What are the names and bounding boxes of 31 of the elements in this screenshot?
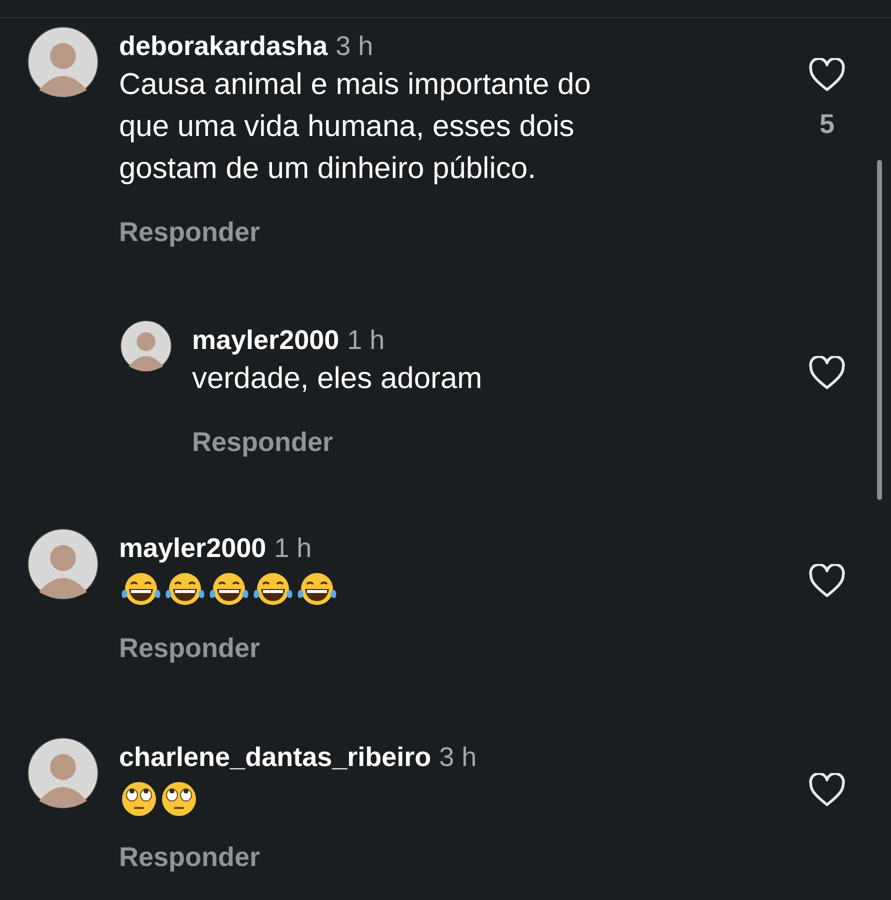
avatar[interactable] xyxy=(27,26,99,98)
laughing-emoji-icon xyxy=(295,572,339,606)
username[interactable]: mayler2000 xyxy=(192,320,340,360)
timestamp: 3 h xyxy=(439,741,477,774)
avatar[interactable] xyxy=(120,320,172,372)
username[interactable]: deborakardasha xyxy=(119,26,328,66)
username[interactable]: mayler2000 xyxy=(119,528,266,568)
timestamp: 1 h xyxy=(274,532,312,565)
timestamp: 3 h xyxy=(336,30,374,63)
heart-icon[interactable] xyxy=(808,773,846,807)
reply-link[interactable]: Responder xyxy=(119,628,260,668)
timestamp: 1 h xyxy=(347,324,385,357)
comment-text: verdade, eles adoram xyxy=(192,361,484,397)
reply-link[interactable]: Responder xyxy=(119,837,260,878)
laughing-emoji-icon xyxy=(163,572,207,606)
avatar[interactable] xyxy=(27,528,99,600)
username[interactable]: charlene_dantas_ribeiro xyxy=(119,737,432,778)
reply-link[interactable]: Responder xyxy=(192,422,334,462)
laughing-emoji-icon xyxy=(119,572,163,606)
reply-link[interactable]: Responder xyxy=(119,212,260,252)
laughing-emoji-icon xyxy=(251,572,295,606)
eye-roll-emoji-icon xyxy=(119,781,159,817)
heart-icon[interactable] xyxy=(808,564,846,598)
scrollbar[interactable] xyxy=(877,160,882,500)
heart-icon[interactable] xyxy=(808,58,846,92)
avatar[interactable] xyxy=(27,737,99,809)
comment-text: Causa animal e mais importante do que uma vida humana, esses dois gostam de um dinheiro público. xyxy=(119,67,592,187)
eye-roll-emoji-icon xyxy=(159,781,199,817)
like-count: 5 xyxy=(819,108,835,141)
heart-icon[interactable] xyxy=(808,356,846,390)
laughing-emoji-icon xyxy=(207,572,251,606)
